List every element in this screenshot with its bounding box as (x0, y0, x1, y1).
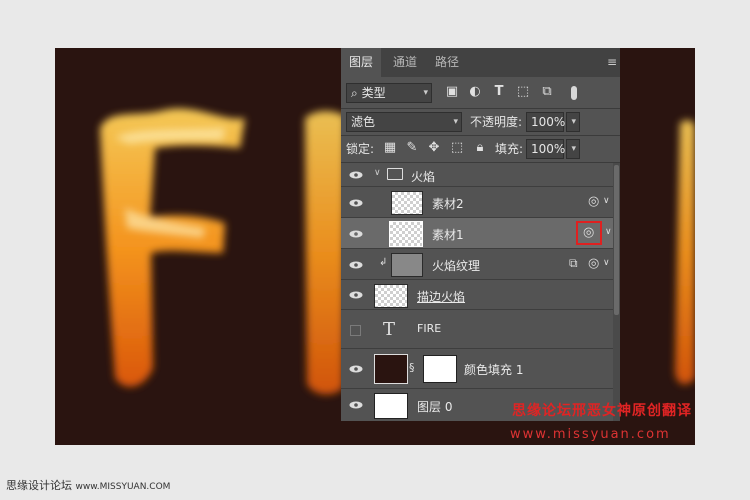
layer-row[interactable]: T FIRE (341, 310, 613, 349)
layer-thumbnail (389, 221, 423, 247)
chevron-down-icon[interactable]: ∨ (603, 258, 610, 268)
footer-credit: 思缘设计论坛 www.MISSYUAN.COM (6, 477, 170, 493)
blend-if-icon[interactable]: ◎ (588, 256, 599, 271)
layer-row[interactable]: ∨ 火焰 (341, 163, 613, 187)
layer-name: 图层 0 (417, 400, 453, 414)
panel-menu-icon[interactable]: ≡ (607, 55, 617, 69)
chevron-down-icon: ▾ (453, 117, 458, 127)
layer-name: 素材2 (432, 197, 464, 211)
filter-kind-select[interactable]: ⌕ 类型 ▾ (346, 83, 432, 103)
chevron-down-icon[interactable]: ∨ (374, 168, 381, 178)
tab-layers[interactable]: 图层 (341, 48, 381, 77)
layer-thumbnail (374, 284, 408, 308)
lock-label: 锁定: (346, 142, 375, 156)
layer-row-selected[interactable]: 素材1 ◎ ∨ (341, 218, 613, 249)
scrollbar-thumb[interactable] (614, 165, 619, 315)
layer-name: FIRE (417, 322, 442, 335)
link-icon[interactable]: § (409, 361, 415, 374)
blend-mode-label: 滤色 (351, 115, 376, 129)
fill-dropdown[interactable]: ▾ (566, 139, 580, 159)
lock-transparent-icon[interactable]: ▦ (383, 139, 397, 157)
layer-name: 火焰纹理 (432, 259, 481, 273)
visibility-eye-icon[interactable] (349, 291, 363, 299)
chevron-down-icon: ▾ (571, 144, 576, 154)
tab-paths[interactable]: 路径 (427, 48, 467, 77)
clipping-mask-icon: ↲ (379, 257, 388, 268)
watermark-text: 思缘论坛邢恶女神原创翻译 (512, 403, 692, 419)
shape-filter-icon[interactable]: ⬚ (515, 83, 531, 101)
footer-text: 思缘设计论坛 (6, 479, 72, 492)
layer-row[interactable]: ↲ 火焰纹理 ⧉ ◎ ∨ (341, 249, 613, 280)
visibility-eye-icon[interactable] (349, 261, 363, 269)
visibility-eye-icon[interactable] (349, 365, 363, 373)
layers-scrollbar[interactable] (613, 163, 620, 421)
opacity-field[interactable]: 100% (526, 112, 565, 132)
image-filter-icon[interactable]: ▣ (444, 83, 460, 101)
folder-icon (387, 168, 403, 180)
visibility-eye-icon[interactable] (349, 401, 363, 409)
blend-if-icon[interactable]: ◎ (583, 225, 594, 240)
chevron-down-icon[interactable]: ∨ (605, 227, 612, 237)
layer-thumbnail (391, 191, 423, 215)
panel-tabs: 图层 通道 路径 ≡ (341, 48, 620, 77)
layer-name: 素材1 (432, 228, 464, 242)
chevron-down-icon: ▾ (571, 117, 576, 127)
layers-panel: 图层 通道 路径 ≡ ⌕ 类型 ▾ ▣ ◐ T ⬚ ⧉ 滤色 ▾ 不透明度: 1… (341, 48, 620, 421)
layer-thumbnail (391, 253, 423, 277)
layer-mask-thumbnail[interactable] (423, 355, 457, 383)
filter-kind-label: 类型 (361, 86, 386, 100)
lock-row: 锁定: ▦ ✎ ✥ ⬚ 🔒︎ 填充: 100% ▾ (341, 137, 620, 161)
layer-row[interactable]: § 颜色填充 1 (341, 349, 613, 389)
smart-filter-icon: ⧉ (569, 256, 578, 270)
adjustment-filter-icon[interactable]: ◐ (467, 83, 483, 101)
layer-row[interactable]: 素材2 ◎ ∨ (341, 187, 613, 218)
blend-mode-select[interactable]: 滤色 ▾ (346, 112, 462, 132)
opacity-label: 不透明度: (470, 115, 523, 129)
watermark-url: www.missyuan.com (510, 427, 671, 442)
text-layer-icon: T (383, 319, 396, 340)
fill-color-swatch[interactable] (374, 354, 408, 384)
layer-name: 描边火焰 (417, 290, 466, 304)
filter-toggle-icon[interactable] (571, 86, 577, 100)
layer-name: 火焰 (411, 170, 436, 184)
filter-row: ⌕ 类型 ▾ ▣ ◐ T ⬚ ⧉ (341, 83, 620, 105)
layer-thumbnail (374, 393, 408, 419)
visibility-off-box[interactable] (350, 325, 361, 336)
fill-label: 填充: (495, 142, 524, 156)
opacity-dropdown[interactable]: ▾ (566, 112, 580, 132)
search-icon: ⌕ (351, 86, 358, 100)
chevron-down-icon: ▾ (423, 88, 428, 98)
lock-artboard-icon[interactable]: ⬚ (450, 139, 464, 157)
visibility-eye-icon[interactable] (349, 230, 363, 238)
fill-field[interactable]: 100% (526, 139, 565, 159)
layer-name: 颜色填充 1 (464, 363, 524, 377)
lock-all-icon[interactable]: 🔒︎ (473, 139, 487, 157)
blend-if-icon[interactable]: ◎ (588, 194, 599, 209)
lock-position-icon[interactable]: ✥ (427, 139, 441, 157)
tab-channels[interactable]: 通道 (385, 48, 425, 77)
lock-image-icon[interactable]: ✎ (405, 139, 419, 157)
chevron-down-icon[interactable]: ∨ (603, 196, 610, 206)
blend-row: 滤色 ▾ 不透明度: 100% ▾ (341, 110, 620, 134)
layer-row[interactable]: 描边火焰 (341, 280, 613, 310)
text-filter-icon[interactable]: T (491, 83, 507, 101)
visibility-eye-icon[interactable] (349, 199, 363, 207)
visibility-eye-icon[interactable] (349, 171, 363, 179)
footer-site: www.MISSYUAN.COM (75, 482, 171, 492)
smart-object-filter-icon[interactable]: ⧉ (539, 83, 555, 101)
